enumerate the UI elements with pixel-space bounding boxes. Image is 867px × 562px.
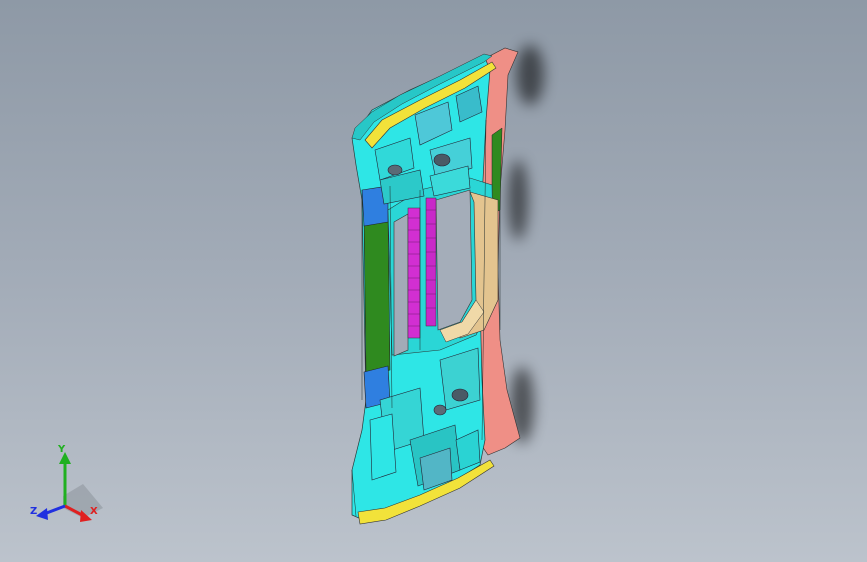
coordinate-triad[interactable]: Y X Z: [20, 444, 120, 554]
triad-z-arrow-icon: [36, 508, 48, 520]
triad-graphic: [36, 452, 103, 522]
cad-graphics-viewport[interactable]: Y X Z: [0, 0, 867, 562]
center-grill-opening: [435, 189, 473, 331]
triad-x-label: X: [90, 506, 98, 517]
bumper-3d-model[interactable]: [0, 0, 867, 562]
left-grill-opening: [393, 213, 409, 357]
left-green-bar[interactable]: [363, 211, 391, 377]
model-shadow: [508, 45, 544, 443]
triad-z-label: Z: [30, 506, 38, 517]
triad-y-label: Y: [58, 444, 66, 455]
